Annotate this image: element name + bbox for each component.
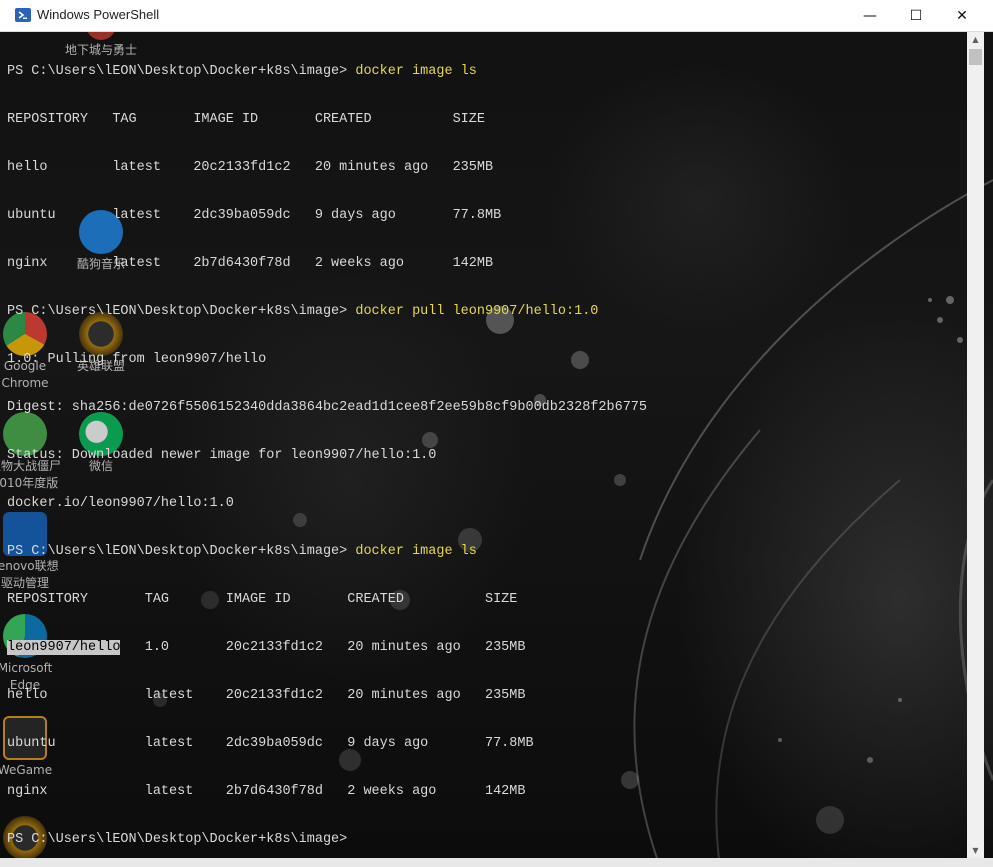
window-bottom-border xyxy=(0,858,993,867)
console-line: Digest: sha256:de0726f5506152340dda3864b… xyxy=(7,400,648,415)
console-line: hello latest 20c2133fd1c2 20 minutes ago… xyxy=(7,160,494,175)
window-titlebar[interactable]: Windows PowerShell — ☐ ✕ xyxy=(0,0,993,32)
console-line: ubuntu latest 2dc39ba059dc 9 days ago 77… xyxy=(7,208,502,223)
console-line: ubuntu latest 2dc39ba059dc 9 days ago 77… xyxy=(7,736,534,751)
row-rest: 1.0 20c2133fd1c2 20 minutes ago 235MB xyxy=(120,640,526,655)
command-text: docker image ls xyxy=(355,544,477,559)
scroll-down-button[interactable]: ▼ xyxy=(967,843,984,858)
console-line: nginx latest 2b7d6430f78d 2 weeks ago 14… xyxy=(7,784,526,799)
vertical-scrollbar[interactable]: ▲ ▼ xyxy=(967,32,984,858)
console-line: REPOSITORY TAG IMAGE ID CREATED SIZE xyxy=(7,592,518,607)
console-line: PS C:\Users\lEON\Desktop\Docker+k8s\imag… xyxy=(7,544,962,560)
console-line: Status: Downloaded newer image for leon9… xyxy=(7,448,437,463)
minimize-button[interactable]: — xyxy=(847,0,893,31)
console-line: PS C:\Users\lEON\Desktop\Docker+k8s\imag… xyxy=(7,304,962,320)
window-title: Windows PowerShell xyxy=(37,7,160,22)
maximize-button[interactable]: ☐ xyxy=(893,0,939,31)
command-text: docker image ls xyxy=(355,64,477,79)
console-line: nginx latest 2b7d6430f78d 2 weeks ago 14… xyxy=(7,256,494,271)
console-line: hello latest 20c2133fd1c2 20 minutes ago… xyxy=(7,688,526,703)
console-line: 1.0: Pulling from leon9907/hello xyxy=(7,352,267,367)
console-line: leon9907/hello 1.0 20c2133fd1c2 20 minut… xyxy=(7,640,962,656)
prompt: PS C:\Users\lEON\Desktop\Docker+k8s\imag… xyxy=(7,304,356,319)
prompt: PS C:\Users\lEON\Desktop\Docker+k8s\imag… xyxy=(7,832,356,847)
console-output[interactable]: PS C:\Users\lEON\Desktop\Docker+k8s\imag… xyxy=(7,32,962,858)
close-button[interactable]: ✕ xyxy=(939,0,985,31)
scroll-up-button[interactable]: ▲ xyxy=(967,32,984,47)
selected-text[interactable]: leon9907/hello xyxy=(7,640,121,655)
prompt: PS C:\Users\lEON\Desktop\Docker+k8s\imag… xyxy=(7,544,356,559)
console-line: docker.io/leon9907/hello:1.0 xyxy=(7,496,234,511)
console-line: PS C:\Users\lEON\Desktop\Docker+k8s\imag… xyxy=(7,832,962,848)
powershell-icon xyxy=(15,8,31,22)
prompt: PS C:\Users\lEON\Desktop\Docker+k8s\imag… xyxy=(7,64,356,79)
command-text: docker pull leon9907/hello:1.0 xyxy=(355,304,599,319)
console-line: PS C:\Users\lEON\Desktop\Docker+k8s\imag… xyxy=(7,64,962,80)
console-line: REPOSITORY TAG IMAGE ID CREATED SIZE xyxy=(7,112,485,127)
scroll-thumb[interactable] xyxy=(969,49,982,65)
